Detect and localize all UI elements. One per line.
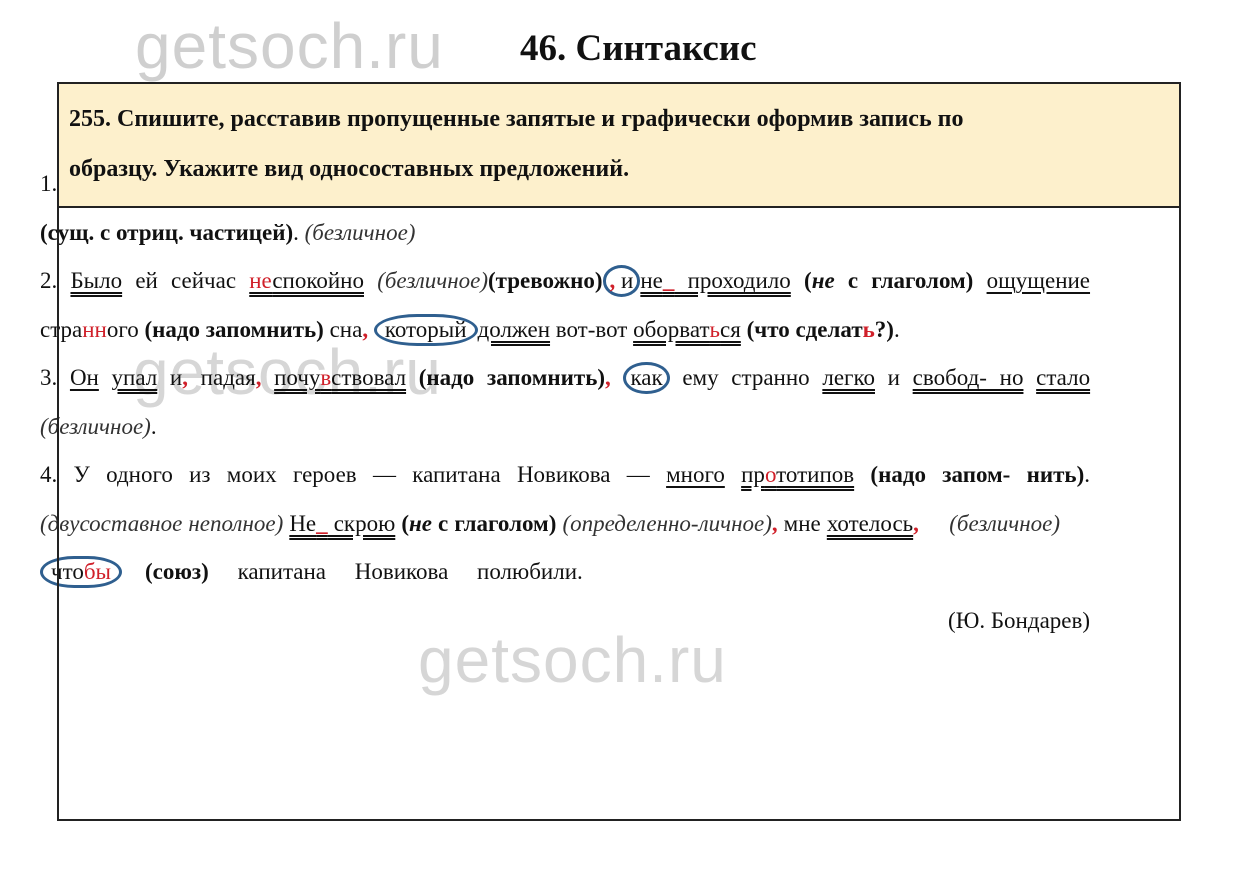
task-header: 255. Спишите, расставив пропущенные запя…: [59, 84, 1179, 208]
watermark: getsoch.ru: [135, 10, 444, 82]
task-text-line-1: 255. Спишите, расставив пропущенные запя…: [69, 106, 964, 132]
task-text-line-2: образцу. Укажите вид односоставных предл…: [69, 156, 630, 182]
exercise-card: 255. Спишите, расставив пропущенные запя…: [57, 82, 1181, 821]
page-title: 46. Синтаксис: [520, 28, 757, 69]
